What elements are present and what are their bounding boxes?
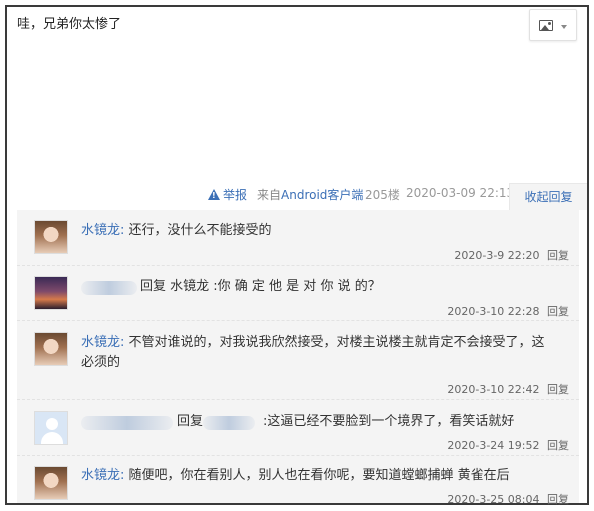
reply-text: 水镜龙: 还行，没什么不能接受的 (81, 221, 272, 241)
blurred-target-username (203, 416, 255, 430)
reply-prefix: 回复 (177, 414, 204, 429)
post-meta-row: 举报 来自Android客户端 205楼 2020-03-09 22:13 收起… (7, 183, 587, 210)
source-link[interactable]: Android客户端 (281, 188, 363, 202)
reply-content: 回复 水镜龙 :你 确 定 他 是 对 你 说 的？ (140, 279, 381, 294)
reply-text: 回复 水镜龙 :你 确 定 他 是 对 你 说 的？ (140, 277, 381, 297)
reply-button[interactable]: 回复 (547, 439, 569, 452)
user-avatar[interactable] (34, 332, 68, 366)
reply-footer: 2020-3-25 08:04 回复 (447, 491, 569, 507)
reply-list: 水镜龙: 还行，没什么不能接受的 2020-3-9 22:20 回复 回复 水镜… (17, 210, 579, 506)
reply-username[interactable]: 水镜龙: (81, 468, 124, 483)
report-label: 举报 (223, 188, 248, 202)
caret-down-icon (561, 25, 567, 29)
reply-text: :这逼已经不要脸到一个境界了，看笑话就好 (263, 412, 514, 432)
report-link[interactable]: 举报 (208, 186, 247, 203)
reply-item: 回复 水镜龙 :你 确 定 他 是 对 你 说 的？ 2020-3-10 22:… (17, 267, 579, 321)
user-avatar[interactable] (34, 466, 68, 500)
blurred-username (81, 416, 173, 430)
reply-content: :这逼已经不要脸到一个境界了，看笑话就好 (263, 414, 515, 429)
reply-content-line1: 不管对谁说的，对我说我欣然接受，对楼主说楼主就肯定不会接受了，这 (128, 335, 545, 350)
source-prefix: 来自 (257, 188, 282, 202)
reply-time: 2020-3-24 19:52 (447, 439, 540, 452)
reply-item: 回复 :这逼已经不要脸到一个境界了，看笑话就好 2020-3-24 19:52 … (17, 401, 579, 456)
collapse-replies-button[interactable]: 收起回复 (509, 183, 587, 210)
reply-time: 2020-3-10 22:28 (447, 305, 540, 318)
reply-button[interactable]: 回复 (547, 383, 569, 396)
blurred-username (81, 281, 137, 295)
warning-icon (208, 189, 220, 200)
reply-footer: 2020-3-10 22:28 回复 (447, 303, 569, 319)
image-icon (539, 20, 553, 31)
reply-footer: 2020-3-9 22:20 回复 (454, 247, 569, 263)
reply-time: 2020-3-25 08:04 (447, 493, 540, 506)
reply-item: 水镜龙: 不管对谁说的，对我说我欣然接受，对楼主说楼主就肯定不会接受了，这 必须… (17, 322, 579, 400)
reply-item: 水镜龙: 还行，没什么不能接受的 2020-3-9 22:20 回复 (17, 210, 579, 266)
reply-button[interactable]: 回复 (547, 493, 569, 506)
post-frame: 哇，兄弟你太惨了 举报 来自Android客户端 205楼 2020-03-09… (5, 5, 589, 506)
user-avatar[interactable] (34, 220, 68, 254)
post-time: 2020-03-09 22:13 (406, 186, 515, 200)
reply-item: 水镜龙: 随便吧，你在看别人，别人也在看你呢，要知道螳螂捕蝉 黄雀在后 2020… (17, 457, 579, 506)
post-text: 哇，兄弟你太惨了 (17, 17, 122, 32)
reply-text: 水镜龙: 不管对谁说的，对我说我欣然接受，对楼主说楼主就肯定不会接受了，这 必须… (81, 333, 545, 373)
reply-username[interactable]: 水镜龙: (81, 335, 124, 350)
reply-footer: 2020-3-10 22:42 回复 (447, 381, 569, 397)
reply-time: 2020-3-10 22:42 (447, 383, 540, 396)
user-avatar[interactable] (34, 276, 68, 310)
reply-text: 水镜龙: 随便吧，你在看别人，别人也在看你呢，要知道螳螂捕蝉 黄雀在后 (81, 466, 510, 486)
insert-image-button[interactable] (529, 9, 577, 41)
floor-number: 205楼 (365, 188, 400, 202)
reply-time: 2020-3-9 22:20 (454, 249, 540, 262)
reply-button[interactable]: 回复 (547, 249, 569, 262)
reply-content-line2: 必须的 (81, 355, 121, 370)
post-source: 来自Android客户端 (257, 186, 363, 203)
user-avatar[interactable] (34, 411, 68, 445)
reply-content: 随便吧，你在看别人，别人也在看你呢，要知道螳螂捕蝉 黄雀在后 (128, 468, 510, 483)
reply-button[interactable]: 回复 (547, 305, 569, 318)
reply-username[interactable]: 水镜龙: (81, 223, 124, 238)
reply-content: 还行，没什么不能接受的 (128, 223, 272, 238)
reply-footer: 2020-3-24 19:52 回复 (447, 437, 569, 453)
